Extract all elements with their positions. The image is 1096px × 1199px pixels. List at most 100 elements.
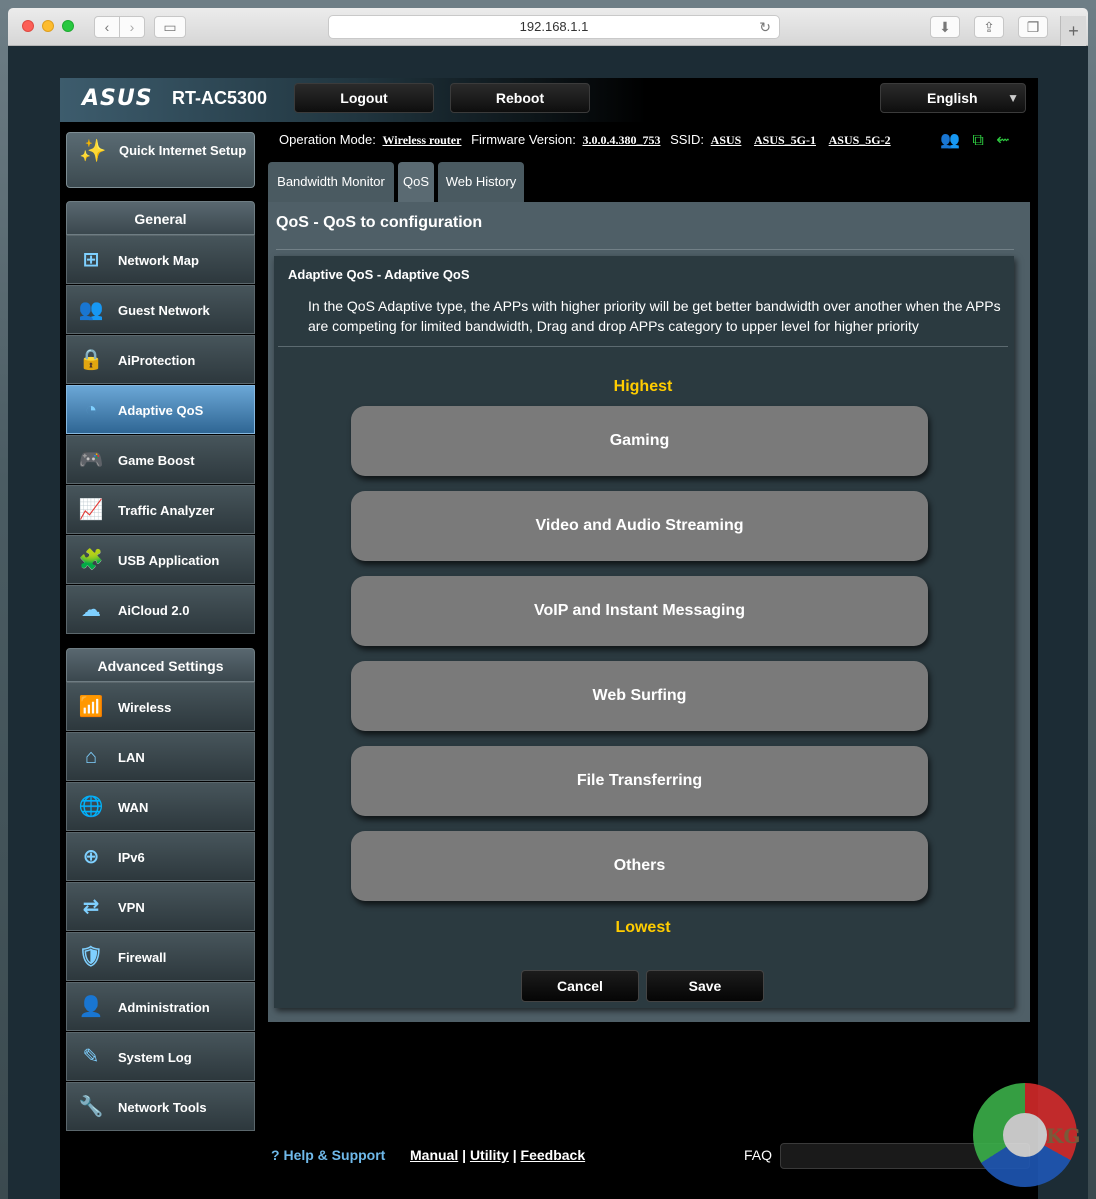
divider xyxy=(278,346,1008,347)
url-text: 192.168.1.1 xyxy=(519,19,589,34)
share-button[interactable]: ⇪ xyxy=(974,16,1004,38)
url-bar[interactable]: 192.168.1.1 ↻ xyxy=(328,15,780,39)
faq-label: FAQ xyxy=(744,1147,773,1163)
gamepad-icon: 🎮 xyxy=(78,449,104,471)
sidebar-item-traffic-analyzer[interactable]: 📈 Traffic Analyzer xyxy=(66,485,255,534)
ssid-link[interactable]: ASUS xyxy=(711,133,742,147)
downloads-button[interactable]: ⬇ xyxy=(930,16,960,38)
category-voip-instant-messaging[interactable]: VoIP and Instant Messaging xyxy=(351,576,928,646)
logout-button[interactable]: Logout xyxy=(294,83,434,113)
language-value: English xyxy=(927,90,978,106)
sidebar-item-administration[interactable]: 👤 Administration xyxy=(66,982,255,1031)
sidebar-item-label: Traffic Analyzer xyxy=(118,503,215,518)
close-window-button[interactable] xyxy=(22,20,34,32)
shield-icon: 🛡 xyxy=(78,946,104,968)
sidebar-item-label: WAN xyxy=(118,800,149,815)
sidebar-item-label: USB Application xyxy=(118,553,220,568)
operation-mode-link[interactable]: Wireless router xyxy=(382,133,461,147)
sidebar-item-label: Adaptive QoS xyxy=(118,403,204,418)
sidebar-item-label: LAN xyxy=(118,750,145,765)
download-icon: ⬇ xyxy=(939,19,951,35)
sidebar-item-lan[interactable]: ⌂ LAN xyxy=(66,732,255,781)
sidebar-item-guest-network[interactable]: 👥 Guest Network xyxy=(66,285,255,334)
sidebar-item-label: IPv6 xyxy=(118,850,145,865)
quick-setup-label: Quick Internet Setup xyxy=(119,143,247,158)
sidebar-item-wan[interactable]: 🌐 WAN xyxy=(66,782,255,831)
magic-wand-icon: ✨ xyxy=(79,138,107,163)
category-file-transferring[interactable]: File Transferring xyxy=(351,746,928,816)
sidebar-item-network-tools[interactable]: 🔧 Network Tools xyxy=(66,1082,255,1131)
sidebar-item-firewall[interactable]: 🛡 Firewall xyxy=(66,932,255,981)
home-icon: ⌂ xyxy=(84,746,98,768)
separator: | xyxy=(462,1147,467,1163)
forward-button[interactable]: › xyxy=(119,16,145,38)
chevron-right-icon: › xyxy=(129,19,135,35)
operation-mode-label: Operation Mode: xyxy=(279,132,376,147)
sidebar-item-game-boost[interactable]: 🎮 Game Boost xyxy=(66,435,255,484)
ssid-link[interactable]: ASUS_5G-2 xyxy=(829,133,891,147)
ssid-link[interactable]: ASUS_5G-1 xyxy=(754,133,816,147)
sidebar-item-vpn[interactable]: ⇄ VPN xyxy=(66,882,255,931)
sidebar-item-label: Game Boost xyxy=(118,453,195,468)
zoom-window-button[interactable] xyxy=(62,20,74,32)
tools-icon: 🔧 xyxy=(78,1096,104,1118)
cloud-icon: ☁ xyxy=(81,599,101,621)
chevron-down-icon: ▼ xyxy=(1007,91,1019,105)
footer-links: Manual | Utility | Feedback xyxy=(410,1147,585,1163)
cancel-button[interactable]: Cancel xyxy=(521,970,639,1002)
sidebar-icon: ▭ xyxy=(163,19,177,35)
help-support[interactable]: ? Help & Support xyxy=(271,1147,385,1163)
minimize-window-button[interactable] xyxy=(42,20,54,32)
sidebar-item-system-log[interactable]: ✎ System Log xyxy=(66,1032,255,1081)
sidebar-item-aiprotection[interactable]: 🔒 AiProtection xyxy=(66,335,255,384)
status-bar: Operation Mode: Wireless router Firmware… xyxy=(279,132,897,148)
chevron-left-icon: ‹ xyxy=(104,19,110,35)
category-video-audio-streaming[interactable]: Video and Audio Streaming xyxy=(351,491,928,561)
sidebar-item-network-map[interactable]: ⊞ Network Map xyxy=(66,235,255,284)
tab-qos[interactable]: QoS xyxy=(398,162,434,202)
save-button[interactable]: Save xyxy=(646,970,764,1002)
manual-link[interactable]: Manual xyxy=(410,1147,458,1163)
network-status-icon[interactable]: ⧉ xyxy=(972,132,983,149)
new-tab-button[interactable]: + xyxy=(1060,16,1086,46)
clients-icon[interactable]: 👥 xyxy=(940,132,960,149)
sidebar-item-usb-application[interactable]: 🧩 USB Application xyxy=(66,535,255,584)
divider xyxy=(276,249,1014,250)
sidebar-item-adaptive-qos[interactable]: ◔ Adaptive QoS xyxy=(66,385,255,434)
feedback-link[interactable]: Feedback xyxy=(521,1147,586,1163)
lock-icon: 🔒 xyxy=(78,349,104,371)
category-web-surfing[interactable]: Web Surfing xyxy=(351,661,928,731)
reload-icon[interactable]: ↻ xyxy=(759,16,771,38)
general-heading: General xyxy=(66,201,255,235)
tab-web-history[interactable]: Web History xyxy=(438,162,524,202)
help-icon: ? xyxy=(271,1147,280,1163)
status-icons: 👥 ⧉ ⇜ xyxy=(940,130,1018,150)
watermark-text: KG xyxy=(1046,1124,1081,1148)
utility-link[interactable]: Utility xyxy=(470,1147,509,1163)
tabs-overview-button[interactable]: ❐ xyxy=(1018,16,1048,38)
language-select[interactable]: English ▼ xyxy=(880,83,1026,113)
share-icon: ⇪ xyxy=(983,19,995,35)
firmware-link[interactable]: 3.0.0.4.380_753 xyxy=(582,133,660,147)
log-icon: ✎ xyxy=(82,1046,100,1068)
help-support-label: Help & Support xyxy=(283,1147,386,1163)
ssid-label: SSID: xyxy=(670,132,705,147)
vpn-icon: ⇄ xyxy=(82,896,100,918)
usb-icon[interactable]: ⇜ xyxy=(996,132,1009,149)
category-gaming[interactable]: Gaming xyxy=(351,406,928,476)
firmware-label: Firmware Version: xyxy=(471,132,576,147)
back-button[interactable]: ‹ xyxy=(94,16,120,38)
sidebar-item-label: Wireless xyxy=(118,700,172,715)
tabs-icon: ❐ xyxy=(1026,19,1040,35)
sidebar-item-label: Network Tools xyxy=(118,1100,207,1115)
sidebar-item-wireless[interactable]: 📶 Wireless xyxy=(66,682,255,731)
tab-bandwidth-monitor[interactable]: Bandwidth Monitor xyxy=(268,162,394,202)
user-icon: 👤 xyxy=(78,996,104,1018)
sidebar-item-aicloud-2-0[interactable]: ☁ AiCloud 2.0 xyxy=(66,585,255,634)
category-others[interactable]: Others xyxy=(351,831,928,901)
wifi-icon: 📶 xyxy=(78,696,104,718)
sidebar-toggle-button[interactable]: ▭ xyxy=(154,16,186,38)
quick-internet-setup-button[interactable]: ✨ Quick Internet Setup xyxy=(66,132,255,188)
reboot-button[interactable]: Reboot xyxy=(450,83,590,113)
sidebar-item-ipv6[interactable]: ⊕ IPv6 xyxy=(66,832,255,881)
